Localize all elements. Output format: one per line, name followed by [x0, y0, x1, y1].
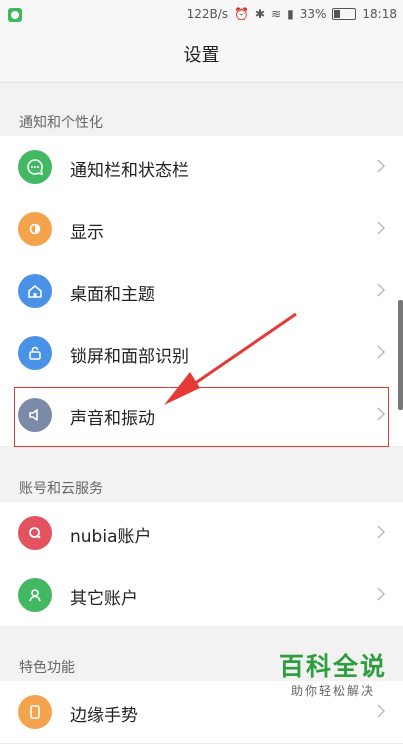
- annotation-arrow: [164, 312, 297, 405]
- scrollbar-thumb[interactable]: [398, 300, 403, 410]
- watermark-logo: 百科全说 助你轻松解决: [278, 652, 387, 698]
